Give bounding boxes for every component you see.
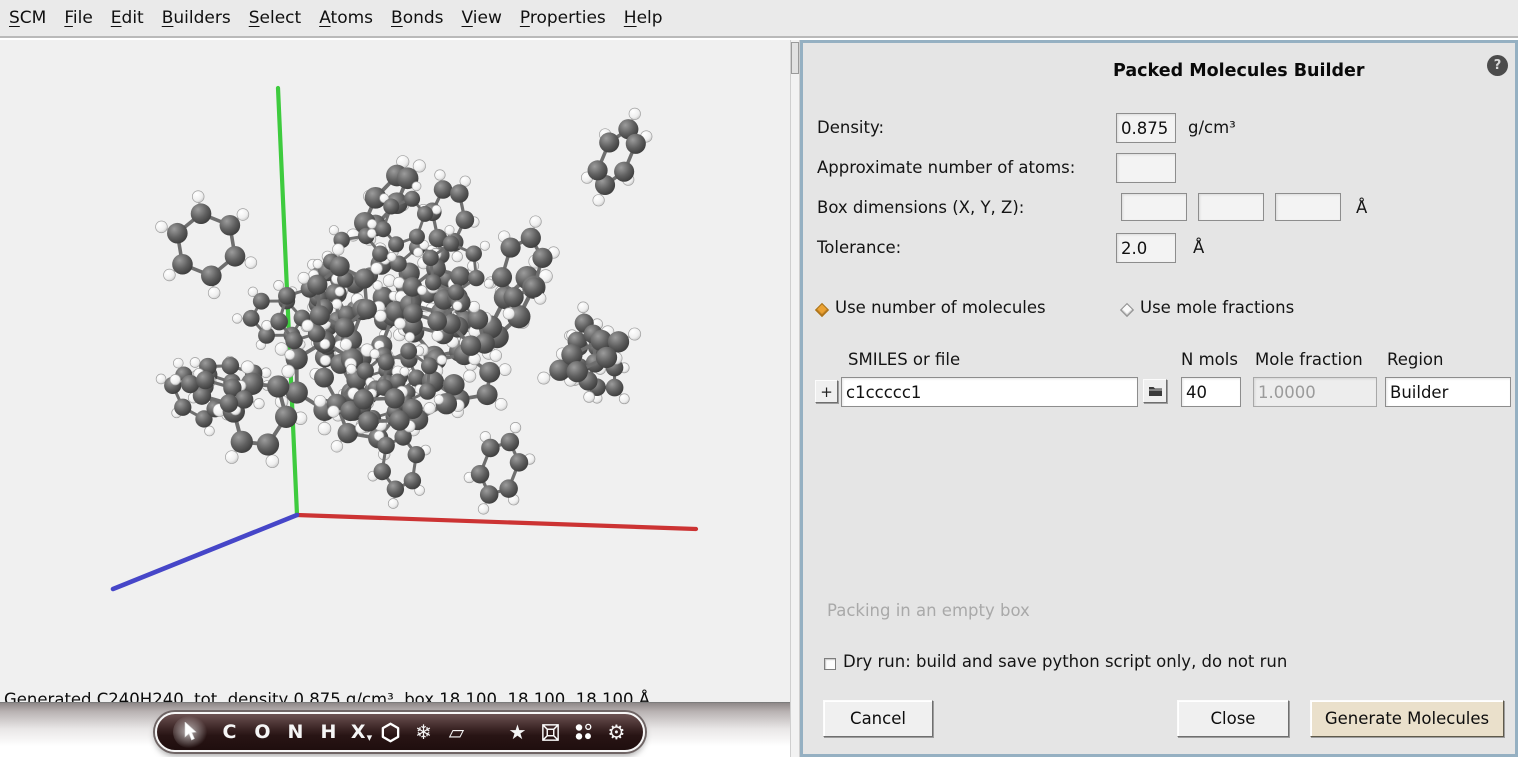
browse-file-button[interactable] bbox=[1143, 379, 1167, 403]
cell-tool[interactable] bbox=[540, 716, 561, 748]
density-unit: g/cm³ bbox=[1188, 118, 1236, 137]
radio-use-mole-fractions[interactable] bbox=[1120, 303, 1134, 317]
radio-use-number-label[interactable]: Use number of molecules bbox=[835, 298, 1046, 317]
packed-molecules-builder-panel: Packed Molecules Builder ? Density: g/cm… bbox=[800, 40, 1518, 757]
generate-molecules-button[interactable]: Generate Molecules bbox=[1310, 700, 1504, 737]
box-z-input[interactable] bbox=[1275, 193, 1341, 221]
plane-tool[interactable]: ▱ bbox=[446, 716, 467, 748]
approx-atoms-input[interactable] bbox=[1116, 153, 1176, 183]
tolerance-input[interactable] bbox=[1116, 233, 1176, 263]
settings-tool[interactable]: ⚙ bbox=[606, 716, 627, 748]
close-button[interactable]: Close bbox=[1177, 700, 1289, 737]
dropdown-caret-icon: ▾ bbox=[367, 732, 373, 743]
menu-view[interactable]: View bbox=[453, 2, 511, 34]
menu-scm[interactable]: SCM bbox=[0, 2, 55, 34]
header-mole-fraction: Mole fraction bbox=[1255, 350, 1363, 369]
menu-file[interactable]: File bbox=[55, 2, 101, 34]
header-n-mols: N mols bbox=[1181, 350, 1238, 369]
dry-run-checkbox[interactable] bbox=[824, 658, 836, 670]
panel-title: Packed Molecules Builder bbox=[1113, 61, 1365, 81]
pane-splitter[interactable] bbox=[790, 40, 800, 757]
menu-items: SCMFileEditBuildersSelectAtomsBondsViewP… bbox=[0, 2, 672, 34]
question-mark-icon: ? bbox=[1494, 58, 1502, 73]
density-input[interactable] bbox=[1116, 113, 1176, 143]
menubar: SCMFileEditBuildersSelectAtomsBondsViewP… bbox=[0, 0, 1518, 38]
menu-help[interactable]: Help bbox=[615, 2, 672, 34]
box-unit: Å bbox=[1356, 198, 1367, 217]
splitter-handle[interactable] bbox=[791, 42, 799, 74]
menu-select[interactable]: Select bbox=[240, 2, 310, 34]
benzene-molecule[interactable] bbox=[464, 422, 535, 514]
menu-builders[interactable]: Builders bbox=[153, 2, 240, 34]
density-label: Density: bbox=[817, 118, 884, 137]
mole-fraction-input bbox=[1253, 377, 1377, 407]
add-row-button[interactable]: + bbox=[815, 380, 838, 403]
menu-atoms[interactable]: Atoms bbox=[310, 2, 382, 34]
tolerance-label: Tolerance: bbox=[817, 238, 901, 257]
radio-mole-fractions-label[interactable]: Use mole fractions bbox=[1140, 298, 1294, 317]
oxygen-tool[interactable]: O bbox=[252, 716, 273, 748]
element-picker-tool[interactable]: X ▾ bbox=[351, 716, 372, 748]
menu-properties[interactable]: Properties bbox=[511, 2, 615, 34]
carbon-tool[interactable]: C bbox=[219, 716, 240, 748]
periodic-box-icon bbox=[540, 721, 561, 744]
application-window: SCMFileEditBuildersSelectAtomsBondsViewP… bbox=[0, 0, 1518, 757]
viewport-3d[interactable] bbox=[0, 40, 790, 702]
crystal-tool[interactable]: ❄ bbox=[413, 716, 434, 748]
smiles-input[interactable] bbox=[841, 377, 1138, 407]
element-x-label: X bbox=[351, 723, 366, 742]
dry-run-label[interactable]: Dry run: build and save python script on… bbox=[843, 652, 1287, 671]
cancel-button[interactable]: Cancel bbox=[823, 700, 933, 737]
atoms-dots-icon bbox=[573, 721, 594, 743]
header-smiles: SMILES or file bbox=[848, 350, 960, 369]
header-region: Region bbox=[1387, 350, 1444, 369]
help-button[interactable]: ? bbox=[1487, 55, 1508, 76]
box-dimensions-label: Box dimensions (X, Y, Z): bbox=[817, 198, 1024, 217]
n-mols-input[interactable] bbox=[1181, 377, 1241, 407]
box-x-input[interactable] bbox=[1121, 193, 1187, 221]
region-input[interactable] bbox=[1385, 377, 1511, 407]
benzene-molecule[interactable] bbox=[156, 191, 257, 299]
ring-tool[interactable] bbox=[380, 716, 401, 748]
bottom-toolbar-area: C O N H X ▾ ❄ ▱ ★ bbox=[0, 702, 790, 757]
status-line-1: Generated C240H240, tot. density 0.875 g… bbox=[4, 690, 650, 702]
folder-icon bbox=[1148, 385, 1163, 397]
favorites-tool[interactable]: ★ bbox=[507, 716, 528, 748]
radio-use-number-of-molecules[interactable] bbox=[815, 303, 829, 317]
hydrogen-tool[interactable]: H bbox=[318, 716, 339, 748]
nitrogen-tool[interactable]: N bbox=[285, 716, 306, 748]
menu-edit[interactable]: Edit bbox=[102, 2, 153, 34]
packing-info-text: Packing in an empty box bbox=[827, 601, 1030, 620]
benzene-molecule[interactable] bbox=[581, 108, 652, 206]
select-cursor-tool[interactable] bbox=[173, 716, 207, 748]
benzene-molecule[interactable] bbox=[368, 418, 431, 509]
menu-bonds[interactable]: Bonds bbox=[382, 2, 453, 34]
approx-atoms-label: Approximate number of atoms: bbox=[817, 158, 1075, 177]
molecule-viewer: Generated C240H240, tot. density 0.875 g… bbox=[0, 40, 790, 702]
box-y-input[interactable] bbox=[1198, 193, 1264, 221]
hexagon-icon bbox=[380, 721, 401, 744]
fragments-tool[interactable] bbox=[573, 716, 594, 748]
tolerance-unit: Å bbox=[1193, 238, 1204, 257]
tool-pill: C O N H X ▾ ❄ ▱ ★ bbox=[155, 712, 645, 752]
cursor-icon bbox=[183, 722, 198, 742]
